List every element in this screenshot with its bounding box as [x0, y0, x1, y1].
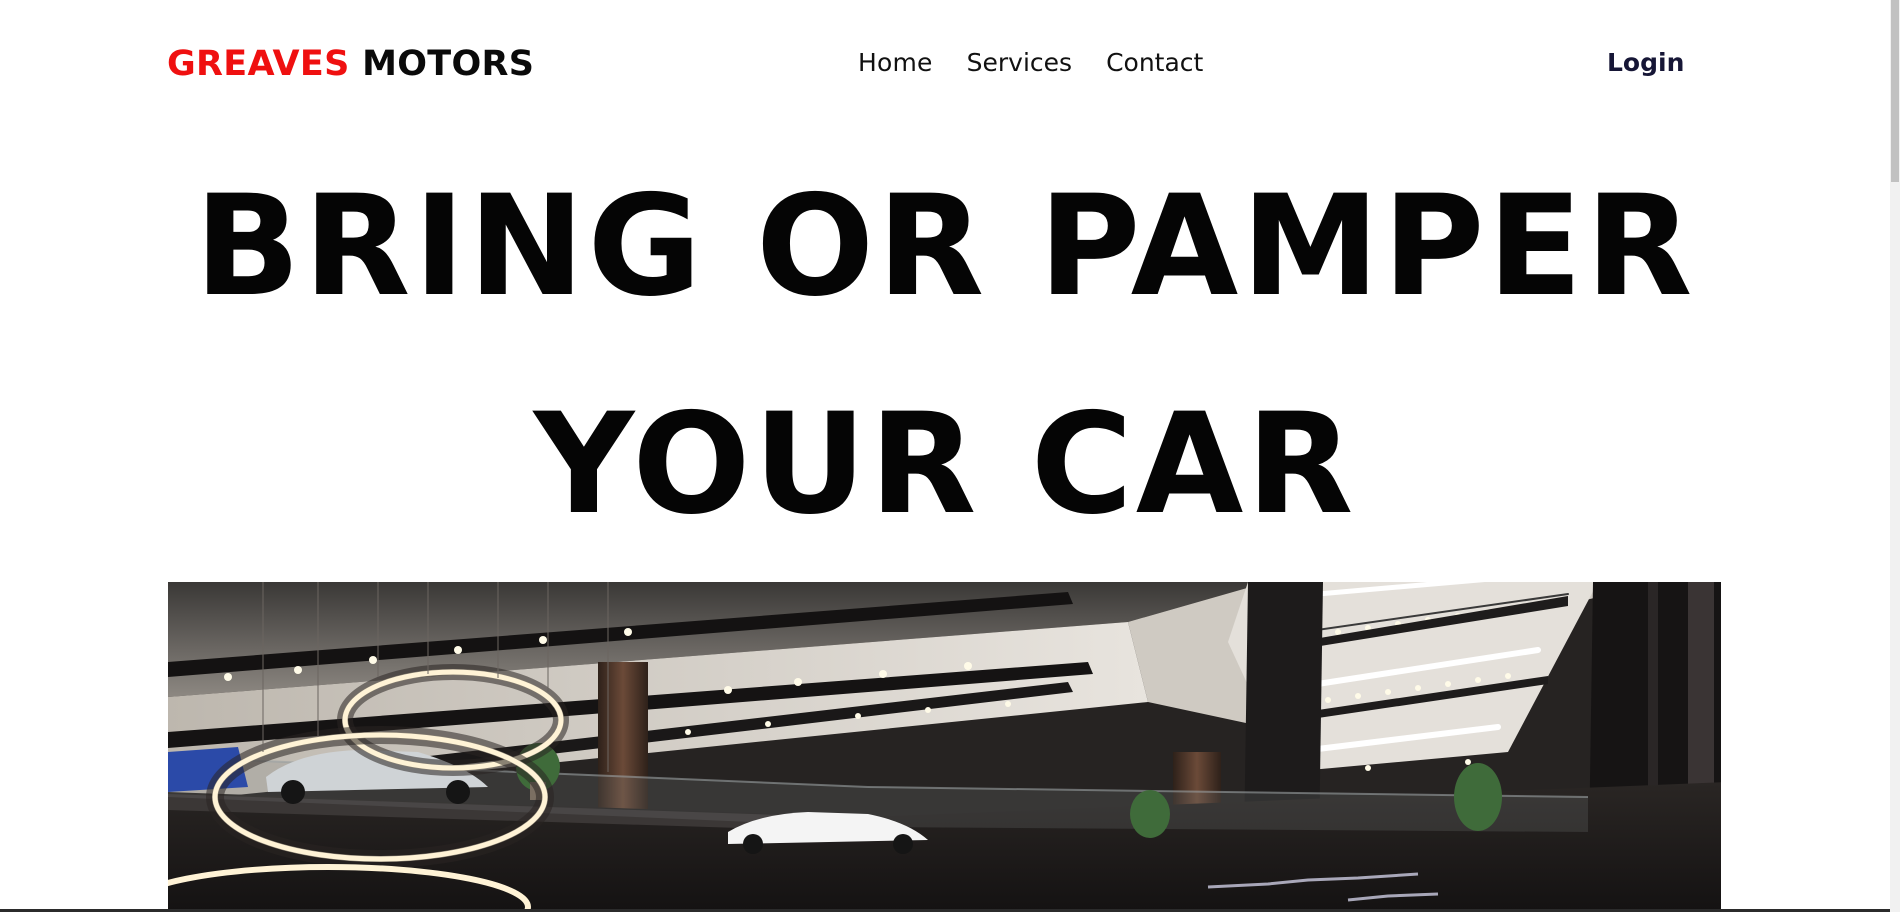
- hero-headline-line-1: BRING OR PAMPER: [194, 165, 1696, 327]
- nav-link-contact[interactable]: Contact: [1106, 44, 1203, 82]
- navbar: GREAVES MOTORS Home Services Contact Log…: [0, 0, 1890, 128]
- showroom-image: [168, 582, 1721, 912]
- scrollbar-thumb[interactable]: [1891, 0, 1899, 182]
- main-nav: Home Services Contact: [858, 44, 1203, 82]
- nav-link-home[interactable]: Home: [858, 44, 933, 82]
- scrollbar-track[interactable]: [1890, 0, 1900, 912]
- page: GREAVES MOTORS Home Services Contact Log…: [0, 0, 1900, 912]
- nav-link-services[interactable]: Services: [967, 44, 1072, 82]
- login-link[interactable]: Login: [1607, 44, 1684, 82]
- brand-name-red: GREAVES: [167, 44, 350, 84]
- brand-logo[interactable]: GREAVES MOTORS: [167, 40, 534, 88]
- hero-headline-line-2: YOUR CAR: [533, 383, 1357, 545]
- brand-name-black: MOTORS: [349, 44, 535, 84]
